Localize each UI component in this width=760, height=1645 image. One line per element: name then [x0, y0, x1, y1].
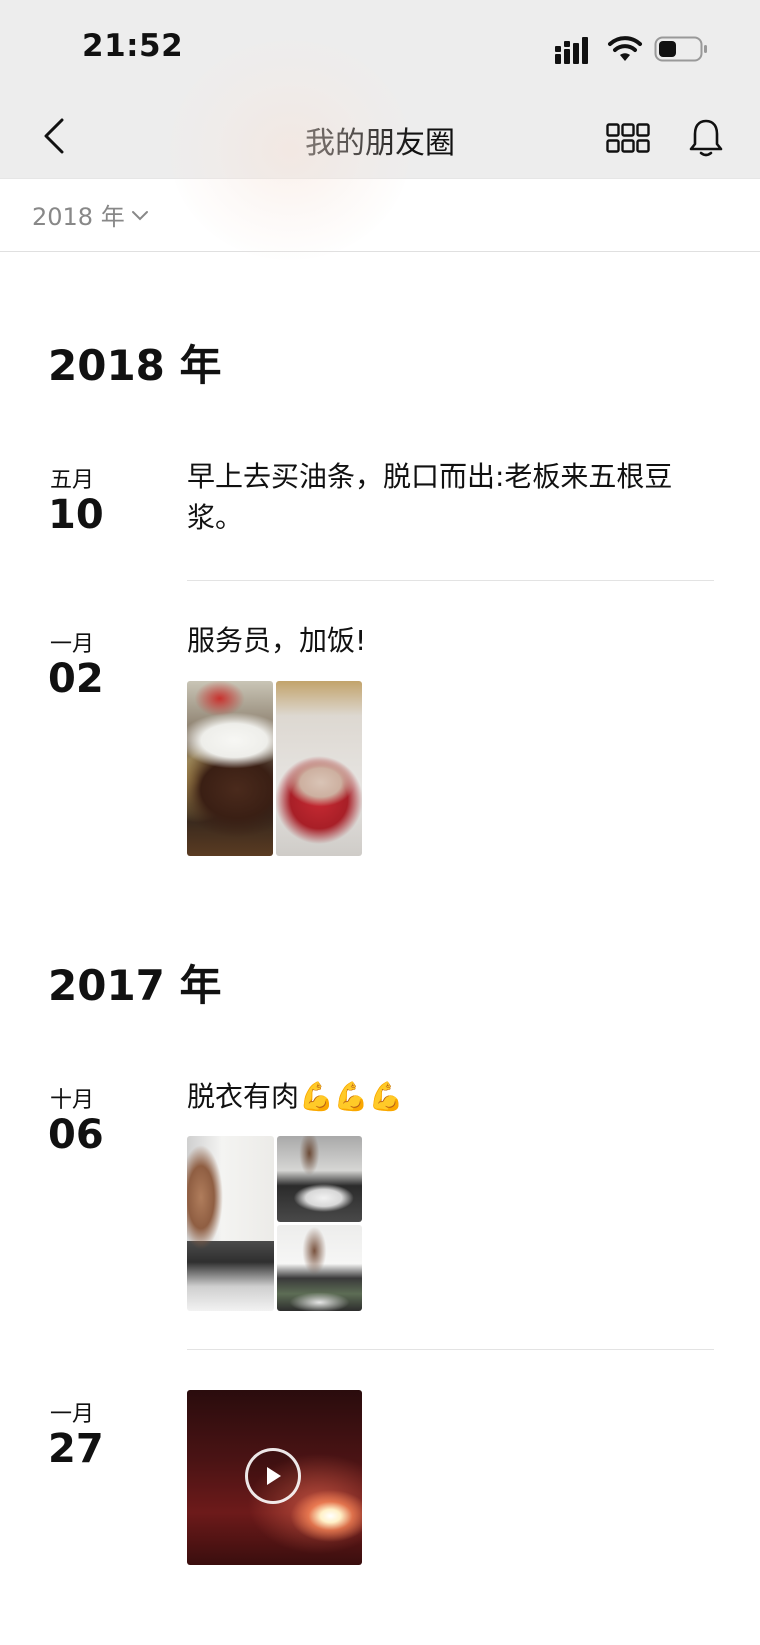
post-text: 服务员，加饭!: [187, 624, 367, 657]
notifications-button[interactable]: [676, 108, 736, 168]
post-month: 一月: [50, 632, 95, 657]
post-day: 10: [48, 492, 104, 538]
play-button[interactable]: [245, 1448, 301, 1504]
post-content: 早上去买油条，脱口而出:老板来五根豆浆。: [187, 460, 717, 538]
status-bar: 21:52: [0, 0, 760, 96]
post-video-thumbnail[interactable]: [187, 1390, 362, 1565]
post-month: 五月: [50, 468, 95, 493]
post-month: 一月: [50, 1402, 95, 1427]
post-content: 服务员，加饭!: [187, 624, 717, 661]
post-photo-mirror-3[interactable]: [277, 1225, 362, 1311]
chevron-down-icon: [131, 210, 148, 220]
post-day: 06: [48, 1112, 104, 1158]
flexed-biceps-emoji: 💪💪💪: [299, 1080, 404, 1113]
wifi-icon: [608, 36, 642, 61]
nav-bar: 我的朋友圈: [0, 96, 760, 178]
post-day: 02: [48, 656, 104, 702]
year-filter-dropdown[interactable]: 2018 年: [32, 197, 149, 232]
bell-icon: [689, 119, 723, 157]
post-month: 十月: [50, 1088, 95, 1113]
post-text: 脱衣有肉💪💪💪: [187, 1076, 717, 1117]
status-time: 21:52: [82, 28, 184, 64]
post-day: 27: [48, 1426, 104, 1472]
year-heading-2017: 2017 年: [48, 961, 222, 1010]
post-photo-mirror-2[interactable]: [277, 1136, 362, 1222]
grid-icon: [606, 123, 650, 153]
battery-icon: [654, 36, 707, 62]
post-content: 脱衣有肉💪💪💪: [187, 1080, 717, 1117]
post-text-body: 脱衣有肉: [187, 1080, 300, 1113]
year-heading-2018: 2018 年: [48, 341, 222, 390]
post-photo-mug[interactable]: [276, 681, 362, 856]
post-photo-mirror-1[interactable]: [187, 1136, 274, 1311]
post-photo-steak[interactable]: [187, 681, 273, 856]
post-text: 早上去买油条，脱口而出:老板来五根豆浆。: [187, 460, 673, 534]
signal-icon: [555, 37, 588, 64]
grid-view-button[interactable]: [598, 110, 658, 166]
play-icon: [267, 1467, 281, 1485]
year-filter-label: 2018 年: [32, 203, 125, 231]
divider: [187, 580, 714, 581]
year-filter-bar: 2018 年: [0, 178, 760, 252]
divider: [187, 1349, 714, 1350]
